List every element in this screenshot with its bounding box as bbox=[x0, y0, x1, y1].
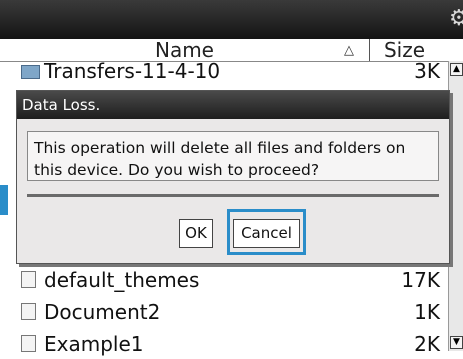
file-size: 2K bbox=[414, 332, 440, 356]
file-size: 1K bbox=[414, 300, 440, 324]
document-icon bbox=[21, 271, 36, 288]
gear-icon[interactable]: ⚙ bbox=[449, 8, 463, 30]
scrollbar[interactable]: ▲ ▼ bbox=[448, 61, 463, 351]
document-icon bbox=[21, 303, 36, 320]
list-item[interactable]: Example1 2K bbox=[0, 331, 448, 359]
ok-button[interactable]: OK bbox=[179, 219, 213, 248]
document-icon bbox=[21, 335, 36, 352]
transfer-folder-icon bbox=[21, 65, 40, 79]
name-column-label: Name bbox=[154, 38, 214, 62]
file-name: default_themes bbox=[44, 268, 200, 292]
list-item[interactable]: Transfers-11-4-10 3K bbox=[0, 58, 448, 86]
scroll-up-icon[interactable]: ▲ bbox=[450, 63, 463, 76]
list-item[interactable]: Document2 1K bbox=[0, 299, 448, 327]
dialog-message-line-1: This operation will delete all files and… bbox=[34, 139, 406, 157]
data-loss-dialog: Data Loss. This operation will delete al… bbox=[16, 90, 450, 264]
triangle-up-icon: △ bbox=[344, 43, 354, 58]
file-name: Example1 bbox=[44, 332, 144, 356]
file-size: 3K bbox=[414, 59, 440, 83]
dialog-message-line-2: this device. Do you wish to proceed? bbox=[34, 161, 320, 179]
file-name: Document2 bbox=[44, 300, 161, 324]
selection-marker bbox=[0, 185, 8, 215]
list-item[interactable]: default_themes 17K bbox=[0, 267, 448, 295]
size-column-header[interactable]: Size bbox=[372, 40, 437, 60]
dialog-divider bbox=[27, 194, 439, 197]
cancel-button[interactable]: Cancel bbox=[233, 219, 300, 248]
file-size: 17K bbox=[401, 268, 440, 292]
top-bar: ⚙ bbox=[0, 0, 463, 39]
dialog-message: This operation will delete all files and… bbox=[27, 131, 439, 181]
file-name: Transfers-11-4-10 bbox=[44, 59, 221, 83]
scroll-down-icon[interactable]: ▼ bbox=[450, 336, 463, 349]
dialog-title: Data Loss. bbox=[17, 91, 449, 119]
